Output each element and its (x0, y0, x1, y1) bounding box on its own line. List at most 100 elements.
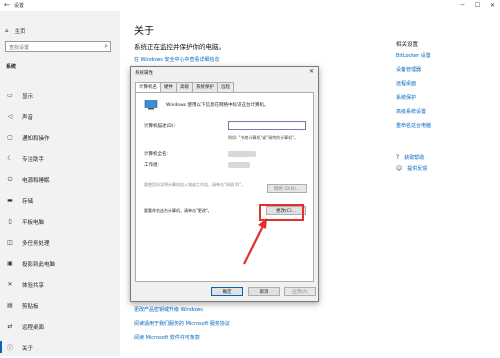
bitlocker-settings-link[interactable]: BitLocker 设置 (396, 52, 431, 66)
sidebar-item-projecting[interactable]: ▣ 投影到此电脑 (0, 253, 120, 274)
focus-assist-icon: ☾ (7, 155, 13, 162)
sidebar-item-label: 关于 (22, 345, 34, 352)
system-properties-dialog: 系统属性 ✕ 计算机名 硬件 高级 系统保护 远程 Windows 使用以下信息… (130, 66, 319, 302)
sidebar-item-label: 体验共享 (22, 282, 45, 289)
sidebar-item-shared-experiences[interactable]: ✕ 体验共享 (0, 274, 120, 295)
sidebar-item-label: 剪贴板 (22, 303, 39, 310)
sidebar-section-heading: 系统 (6, 64, 17, 70)
computer-description-input[interactable] (228, 121, 306, 130)
sidebar-item-label: 投影到此电脑 (22, 261, 56, 268)
dialog-title: 系统属性 (135, 71, 153, 76)
home-icon: ⌂ (5, 28, 9, 34)
sound-icon: ◁ (7, 113, 13, 120)
sidebar-item-focus-assist[interactable]: ☾ 专注助手 (0, 148, 120, 169)
shared-experiences-icon: ✕ (7, 281, 13, 288)
rename-text: 要重命名这台计算机，请单击"更改"。 (144, 208, 212, 213)
service-agreement-link[interactable]: 阅读适用于我们服务的 Microsoft 服务协议 (134, 320, 230, 334)
power-icon: ⏻ (7, 175, 13, 183)
back-arrow-icon[interactable]: ← (4, 1, 10, 9)
sidebar-item-label: 显示 (22, 93, 34, 100)
dialog-tabs: 计算机名 硬件 高级 系统保护 远程 (135, 82, 234, 93)
feedback-link[interactable]: ☺ 提供反馈 (396, 163, 427, 174)
ok-button[interactable]: 确定 (211, 287, 243, 296)
sidebar-item-power[interactable]: ⏻ 电源和睡眠 (0, 169, 120, 190)
full-computer-name-label: 计算机全名: (144, 152, 169, 157)
sidebar-item-label: 电源和睡眠 (22, 177, 50, 184)
tab-hardware[interactable]: 硬件 (160, 82, 177, 92)
security-center-link[interactable]: 在 Windows 安全中心中查看详细信息 (134, 56, 220, 63)
sidebar-item-clipboard[interactable]: ▤ 剪贴板 (0, 295, 120, 316)
help-links: ? 获取帮助 ☺ 提供反馈 (396, 152, 427, 174)
sidebar-home[interactable]: ⌂ 主页 (5, 27, 26, 35)
workgroup-value (228, 162, 250, 168)
page-subtitle: 系统正在监控并保护你的电脑。 (134, 43, 225, 51)
product-key-link[interactable]: 更改产品密钥或升级 Windows (134, 306, 230, 320)
annotation-arrow-icon (243, 218, 267, 265)
cancel-button[interactable]: 取消 (248, 287, 280, 296)
sidebar-item-label: 远程桌面 (22, 324, 45, 331)
close-icon[interactable]: ✕ (485, 0, 500, 11)
maximize-icon[interactable]: ☐ (470, 0, 485, 11)
get-help-label: 获取帮助 (404, 155, 425, 161)
system-protection-link[interactable]: 系统保护 (396, 94, 431, 108)
computer-description-label: 计算机描述(D): (144, 124, 175, 129)
device-manager-link[interactable]: 设备管理器 (396, 66, 431, 80)
sidebar-item-label: 专注助手 (22, 156, 45, 163)
info-icon: ⓘ (6, 345, 13, 352)
computer-name-panel: Windows 使用以下信息在网络中标识这台计算机。 计算机描述(D): 例如:… (135, 92, 314, 282)
related-settings-heading: 相关设置 (396, 42, 419, 48)
bottom-links: 更改产品密钥或升级 Windows 阅读适用于我们服务的 Microsoft 服… (134, 306, 230, 348)
sidebar-item-about[interactable]: ⓘ 关于 (0, 337, 120, 358)
feedback-label: 提供反馈 (407, 166, 428, 172)
tablet-icon: ▯ (8, 218, 12, 225)
sidebar-home-label: 主页 (14, 29, 26, 35)
sidebar: ⌂ 主页 查找设置 ⌕ 系统 ▭ 显示 ◁ 声音 ▢ 通知和操作 ☾ 专注助手 ⏻ 电源和… (0, 11, 120, 356)
network-id-button[interactable]: 网络 ID(N)... (267, 184, 307, 193)
sidebar-item-multitasking[interactable]: ◫ 多任务处理 (0, 232, 120, 253)
sidebar-item-label: 声音 (22, 114, 34, 121)
advanced-system-settings-link[interactable]: 高级系统设置 (396, 108, 431, 122)
network-id-text: 要使用向导将计算机加入域或工作组，请单击"网络 ID"。 (144, 182, 246, 187)
rename-pc-link[interactable]: 重命名这台电脑 (396, 122, 431, 136)
sidebar-item-tablet[interactable]: ▯ 平板电脑 (0, 211, 120, 232)
sidebar-item-storage[interactable]: ▬ 存储 (0, 190, 120, 211)
remote-desktop-icon: ⇄ (7, 323, 13, 330)
workgroup-label: 工作组: (144, 163, 160, 168)
related-settings-links: BitLocker 设置 设备管理器 远程桌面 系统保护 高级系统设置 重命名这… (396, 52, 431, 136)
search-icon: ⌕ (104, 42, 108, 50)
license-terms-link[interactable]: 阅读 Microsoft 软件许可条款 (134, 334, 230, 348)
storage-icon: ▬ (7, 197, 13, 204)
full-computer-name-value (228, 151, 256, 157)
sidebar-item-sound[interactable]: ◁ 声音 (0, 106, 120, 127)
description-example: 例如: "书房计算机"或"瑞特的计算机"。 (228, 135, 298, 140)
app-title: 设置 (14, 3, 25, 9)
multitasking-icon: ◫ (7, 239, 13, 246)
sidebar-nav: ▭ 显示 ◁ 声音 ▢ 通知和操作 ☾ 专注助手 ⏻ 电源和睡眠 ▬ 存储 ▯ 平板电脑 ◫ 多… (0, 85, 120, 358)
search-input[interactable]: 查找设置 ⌕ (5, 41, 111, 52)
tab-advanced[interactable]: 高级 (176, 82, 193, 92)
dialog-close-icon[interactable]: ✕ (309, 68, 314, 75)
sidebar-item-remote-desktop[interactable]: ⇄ 远程桌面 (0, 316, 120, 337)
projecting-icon: ▣ (7, 260, 13, 267)
tab-system-protection[interactable]: 系统保护 (192, 82, 218, 92)
sidebar-item-label: 平板电脑 (22, 219, 45, 226)
sidebar-item-label: 多任务处理 (22, 240, 50, 247)
display-icon: ▭ (7, 92, 13, 99)
apply-button[interactable]: 应用(A) (284, 287, 316, 296)
title-bar: ← 设置 ─ ☐ ✕ (0, 0, 500, 11)
tab-remote[interactable]: 远程 (217, 82, 234, 92)
remote-desktop-link[interactable]: 远程桌面 (396, 80, 431, 94)
dialog-intro: Windows 使用以下信息在网络中标识这台计算机。 (166, 103, 269, 108)
notification-icon: ▢ (7, 134, 13, 141)
computer-icon (144, 100, 158, 110)
get-help-link[interactable]: ? 获取帮助 (396, 152, 427, 163)
page-title: 关于 (134, 26, 154, 37)
help-icon: ? (396, 154, 400, 161)
sidebar-item-notifications[interactable]: ▢ 通知和操作 (0, 127, 120, 148)
sidebar-item-display[interactable]: ▭ 显示 (0, 85, 120, 106)
clipboard-icon: ▤ (7, 302, 13, 309)
sidebar-item-label: 存储 (22, 198, 34, 205)
window-controls: ─ ☐ ✕ (455, 0, 500, 11)
minimize-icon[interactable]: ─ (455, 0, 470, 11)
search-placeholder: 查找设置 (9, 45, 30, 51)
